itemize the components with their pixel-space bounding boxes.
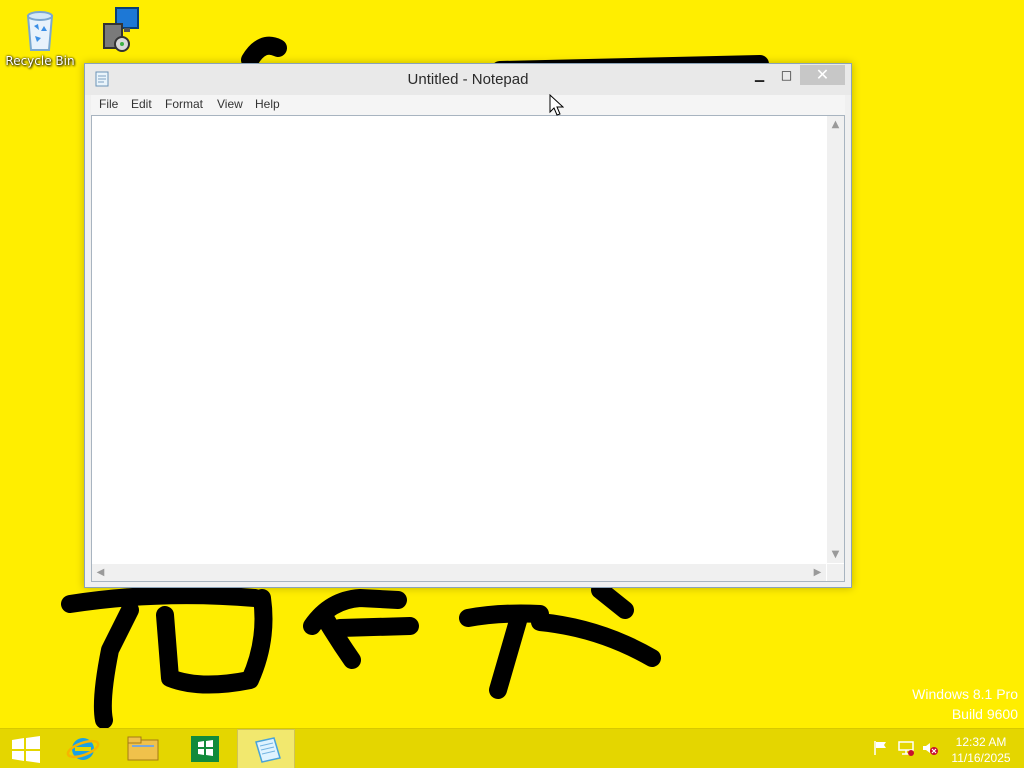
horizontal-scrollbar[interactable]: ◀ ▶ bbox=[92, 564, 826, 581]
windows-start-icon bbox=[12, 736, 40, 763]
watermark-build: Build 9600 bbox=[951, 706, 1018, 722]
editor-frame: ▲ ▼ ◀ ▶ bbox=[91, 115, 845, 582]
clock-time: 12:32 AM bbox=[955, 735, 1007, 749]
close-button[interactable]: ✕ bbox=[800, 65, 845, 85]
scroll-down-icon[interactable]: ▼ bbox=[827, 546, 844, 563]
taskbar-notepad[interactable] bbox=[237, 729, 295, 768]
taskbar-internet-explorer[interactable] bbox=[54, 729, 112, 768]
minimize-icon: ▁ bbox=[754, 68, 765, 82]
scroll-right-icon[interactable]: ▶ bbox=[809, 564, 826, 581]
menu-bar: File Edit Format View Help bbox=[91, 95, 845, 115]
desktop-icon-installer[interactable] bbox=[82, 6, 154, 54]
desktop-icon-label: Recycle Bin bbox=[5, 54, 75, 68]
minimize-button[interactable]: ▁ bbox=[746, 65, 773, 85]
scroll-up-icon[interactable]: ▲ bbox=[827, 116, 844, 133]
notepad-icon bbox=[255, 737, 281, 763]
action-center-flag-icon[interactable] bbox=[872, 739, 890, 757]
volume-muted-icon[interactable] bbox=[921, 739, 939, 757]
vertical-scrollbar[interactable]: ▲ ▼ bbox=[827, 116, 844, 563]
window-title: Untitled - Notepad bbox=[407, 71, 529, 88]
text-editor[interactable] bbox=[92, 116, 826, 563]
notepad-window[interactable]: Untitled - Notepad ▁ □ ✕ File Edit Forma… bbox=[84, 63, 852, 588]
maximize-icon: □ bbox=[780, 68, 793, 82]
close-icon: ✕ bbox=[815, 65, 830, 84]
maximize-button[interactable]: □ bbox=[773, 65, 800, 85]
watermark-edition: Windows 8.1 Pro bbox=[912, 686, 1018, 702]
menu-format[interactable]: Format bbox=[165, 97, 203, 111]
windows-watermark: Windows 8.1 Pro Build 9600 bbox=[912, 684, 1018, 724]
window-titlebar[interactable]: Untitled - Notepad ▁ □ ✕ bbox=[85, 64, 851, 95]
start-button[interactable] bbox=[0, 729, 58, 768]
taskbar-store[interactable] bbox=[176, 729, 234, 768]
resize-grip-icon[interactable] bbox=[827, 564, 844, 581]
menu-help[interactable]: Help bbox=[255, 97, 280, 111]
menu-edit[interactable]: Edit bbox=[131, 97, 152, 111]
network-icon[interactable] bbox=[897, 739, 915, 757]
taskbar-file-explorer[interactable] bbox=[114, 729, 172, 768]
store-icon bbox=[191, 736, 219, 762]
clock-date: 11/16/2025 bbox=[951, 751, 1011, 765]
menu-file[interactable]: File bbox=[99, 97, 118, 111]
taskbar-clock[interactable]: 12:32 AM 11/16/2025 bbox=[946, 734, 1016, 766]
scroll-left-icon[interactable]: ◀ bbox=[92, 564, 109, 581]
setup-installer-icon bbox=[94, 6, 142, 54]
file-explorer-icon bbox=[127, 736, 159, 761]
mouse-pointer-icon bbox=[549, 94, 564, 116]
recycle-bin-icon bbox=[16, 6, 64, 54]
desktop-icon-recycle-bin[interactable]: Recycle Bin bbox=[4, 6, 76, 68]
taskbar: 12:32 AM 11/16/2025 bbox=[0, 728, 1024, 768]
internet-explorer-icon bbox=[66, 738, 100, 760]
menu-view[interactable]: View bbox=[217, 97, 243, 111]
